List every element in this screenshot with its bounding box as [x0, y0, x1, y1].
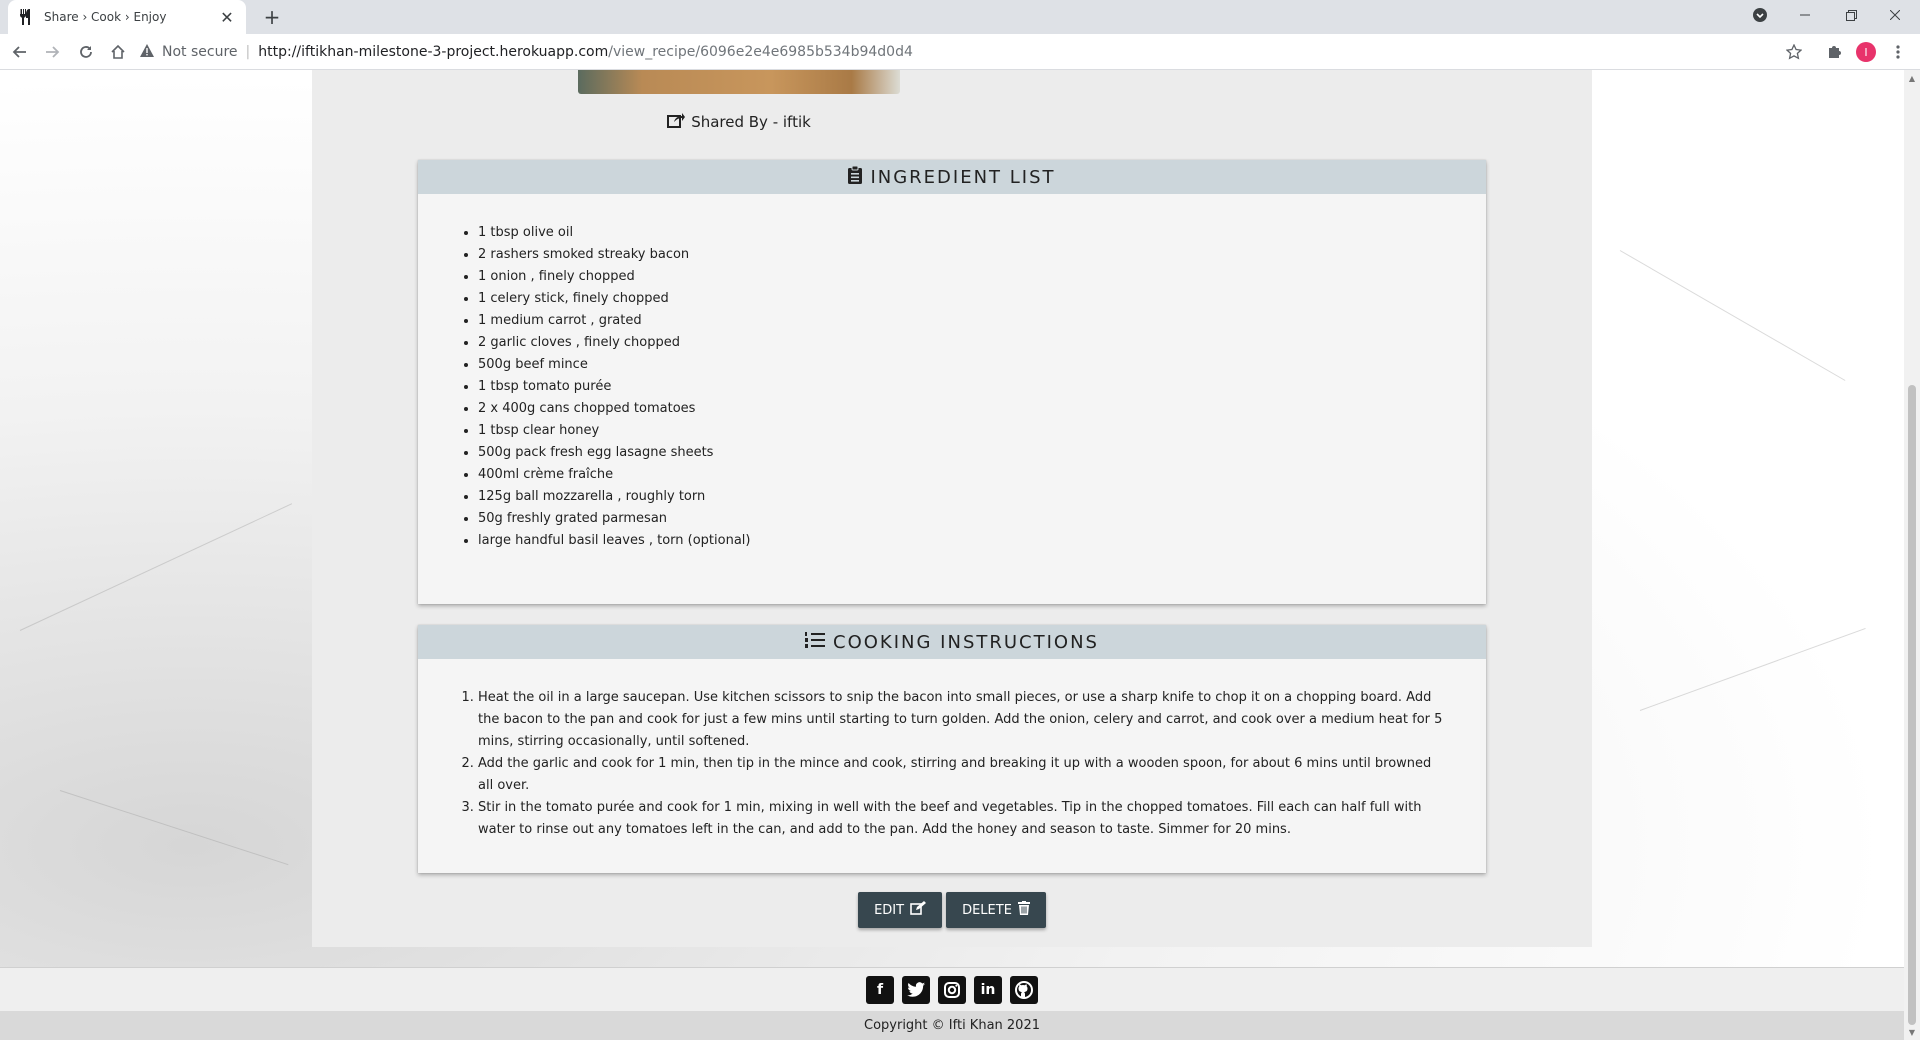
browser-toolbar: Not secure | http://iftikhan-milestone-3… [0, 34, 1920, 70]
ingredient-item: 1 onion , finely chopped [478, 266, 1446, 288]
ingredient-list: 1 tbsp olive oil2 rashers smoked streaky… [458, 222, 1446, 552]
ingredient-item: 125g ball mozzarella , roughly torn [478, 486, 1446, 508]
edit-button[interactable]: EDIT [858, 892, 943, 928]
scroll-up-arrow-icon[interactable]: ▲ [1908, 74, 1916, 83]
footer-social: f in [0, 967, 1904, 1011]
footer-copyright: Copyright © Ifti Khan 2021 [0, 1011, 1904, 1040]
tab-search-icon[interactable] [1748, 0, 1772, 30]
clipboard-list-icon [848, 165, 863, 189]
ingredient-item: 500g beef mince [478, 354, 1446, 376]
ingredient-item: 400ml crème fraîche [478, 464, 1446, 486]
instruction-step: Heat the oil in a large saucepan. Use ki… [478, 687, 1446, 753]
new-tab-button[interactable]: + [260, 5, 284, 29]
browser-tab[interactable]: Share › Cook › Enjoy ✕ [8, 0, 246, 34]
marble-vein [1639, 627, 1866, 711]
instruction-step: Stir in the tomato purée and cook for 1 … [478, 797, 1446, 841]
ingredient-item: 1 tbsp tomato purée [478, 376, 1446, 398]
instructions-card: COOKING INSTRUCTIONS Heat the oil in a l… [418, 625, 1486, 873]
minimize-icon[interactable] [1790, 0, 1820, 30]
reload-icon[interactable] [74, 40, 98, 64]
restore-icon[interactable] [1836, 0, 1866, 30]
ingredient-item: 1 tbsp olive oil [478, 222, 1446, 244]
shared-by: Shared By - iftik [312, 112, 1166, 132]
home-icon[interactable] [106, 40, 130, 64]
ingredient-item: 50g freshly grated parmesan [478, 508, 1446, 530]
ingredient-item: 500g pack fresh egg lasagne sheets [478, 442, 1446, 464]
tab-title: Share › Cook › Enjoy [44, 10, 167, 24]
url-path: /view_recipe/6096e2e4e6985b534b94d0d4 [608, 44, 913, 60]
linkedin-icon[interactable]: in [974, 975, 1002, 1004]
extensions-puzzle-icon[interactable] [1822, 40, 1846, 64]
back-arrow-icon[interactable] [8, 40, 32, 64]
trash-icon [1017, 901, 1030, 919]
ingredients-header: INGREDIENT LIST [418, 160, 1486, 194]
ingredient-item: 1 medium carrot , grated [478, 310, 1446, 332]
fork-knife-icon [18, 9, 34, 25]
address-bar[interactable]: Not secure | http://iftikhan-milestone-3… [140, 38, 1790, 66]
github-icon[interactable] [1010, 975, 1038, 1004]
forward-arrow-icon[interactable] [40, 40, 64, 64]
marble-vein [19, 503, 293, 631]
ingredient-item: 2 garlic cloves , finely chopped [478, 332, 1446, 354]
share-icon [667, 112, 686, 132]
list-ol-icon [805, 631, 826, 653]
ingredients-card: INGREDIENT LIST 1 tbsp olive oil2 rasher… [418, 160, 1486, 604]
bookmark-star-icon[interactable] [1782, 40, 1806, 64]
kebab-menu-icon[interactable] [1886, 40, 1910, 64]
ingredient-item: 1 celery stick, finely chopped [478, 288, 1446, 310]
delete-label: DELETE [962, 902, 1012, 918]
ingredient-item: large handful basil leaves , torn (optio… [478, 530, 1446, 552]
copyright-text: Copyright © Ifti Khan 2021 [864, 1018, 1040, 1033]
profile-avatar[interactable]: I [1856, 42, 1876, 62]
ingredients-title: INGREDIENT LIST [870, 166, 1056, 188]
edit-icon [910, 901, 927, 919]
warning-triangle-icon [140, 43, 154, 61]
instagram-icon[interactable] [938, 975, 966, 1004]
instructions-header: COOKING INSTRUCTIONS [418, 625, 1486, 659]
not-secure-label: Not secure [162, 44, 238, 60]
edit-label: EDIT [874, 902, 905, 918]
close-window-icon[interactable] [1880, 0, 1910, 30]
shared-by-text: Shared By - iftik [691, 113, 811, 131]
scrollbar-thumb[interactable] [1908, 385, 1916, 1025]
ingredients-body: 1 tbsp olive oil2 rashers smoked streaky… [418, 194, 1486, 552]
url-host: http://iftikhan-milestone-3-project.hero… [258, 44, 609, 60]
browser-tab-strip: Share › Cook › Enjoy ✕ + [0, 0, 1920, 34]
recipe-actions: EDIT DELETE [312, 892, 1592, 928]
ingredient-item: 1 tbsp clear honey [478, 420, 1446, 442]
vertical-scrollbar[interactable]: ▲ ▼ [1904, 70, 1920, 1040]
instruction-list: Heat the oil in a large saucepan. Use ki… [458, 687, 1446, 841]
scroll-down-arrow-icon[interactable]: ▼ [1908, 1028, 1916, 1037]
instructions-body: Heat the oil in a large saucepan. Use ki… [418, 659, 1486, 841]
facebook-icon[interactable]: f [866, 975, 894, 1004]
twitter-icon[interactable] [902, 975, 930, 1004]
marble-vein [59, 790, 289, 866]
omnibox-divider: | [245, 44, 251, 60]
delete-button[interactable]: DELETE [946, 892, 1046, 928]
recipe-container: Shared By - iftik INGREDIENT LIST 1 tbsp… [312, 70, 1592, 947]
page-viewport: Shared By - iftik INGREDIENT LIST 1 tbsp… [0, 70, 1904, 1040]
ingredient-item: 2 x 400g cans chopped tomatoes [478, 398, 1446, 420]
instructions-title: COOKING INSTRUCTIONS [833, 631, 1099, 653]
tab-close-icon[interactable]: ✕ [218, 8, 236, 27]
marble-vein [1619, 250, 1846, 381]
ingredient-item: 2 rashers smoked streaky bacon [478, 244, 1446, 266]
instruction-step: Add the garlic and cook for 1 min, then … [478, 753, 1446, 797]
recipe-image [578, 70, 900, 94]
